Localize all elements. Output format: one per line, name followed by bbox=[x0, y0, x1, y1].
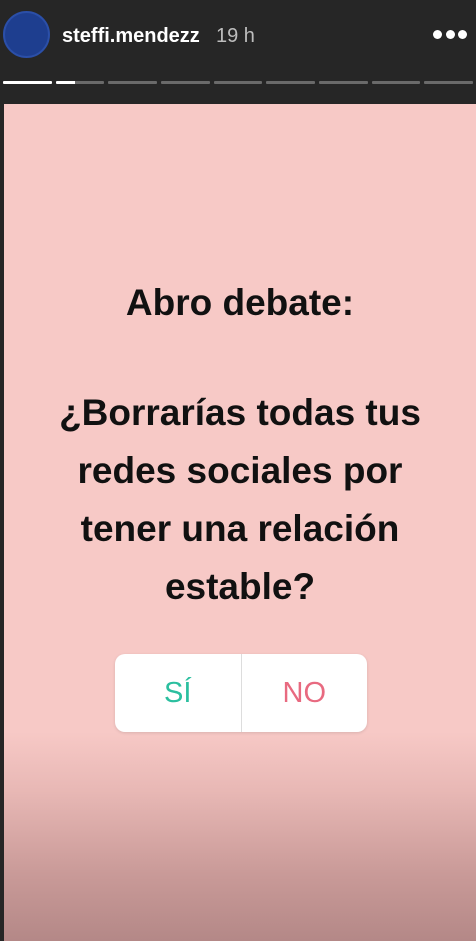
avatar[interactable] bbox=[3, 11, 50, 58]
progress-segment bbox=[161, 81, 210, 84]
username[interactable]: steffi.mendezz bbox=[62, 24, 200, 48]
more-dot-icon bbox=[433, 29, 442, 39]
progress-segment bbox=[371, 81, 421, 84]
story-timestamp: 19 h bbox=[216, 25, 255, 47]
progress-segment bbox=[3, 81, 52, 84]
more-options-button[interactable] bbox=[430, 20, 470, 48]
poll-yes-option[interactable]: SÍ bbox=[115, 654, 241, 732]
progress-segment bbox=[266, 81, 316, 84]
story-question-line: redes sociales por bbox=[77, 450, 403, 491]
progress-segment bbox=[213, 81, 263, 84]
progress-segment bbox=[108, 81, 158, 84]
story-header: steffi.mendezz 19 h bbox=[0, 0, 476, 104]
more-dot-icon bbox=[445, 29, 455, 39]
story-text: Abro debate: ¿Borrarías todas tus redes … bbox=[4, 274, 476, 616]
progress-segment bbox=[55, 81, 105, 84]
progress-segment bbox=[424, 81, 474, 84]
story-title: Abro debate: bbox=[125, 282, 355, 323]
story-content[interactable]: Abro debate: ¿Borrarías todas tus redes … bbox=[4, 104, 476, 941]
story-viewer: steffi.mendezz 19 h Abro debate: ¿Borrar… bbox=[0, 0, 476, 941]
poll-no-option[interactable]: NO bbox=[242, 654, 368, 732]
poll-sticker: SÍ NO bbox=[115, 654, 367, 732]
story-question-line: tener una relación bbox=[80, 508, 400, 549]
progress-segment bbox=[319, 81, 368, 84]
story-question-line: estable? bbox=[164, 566, 316, 607]
story-progress-bar bbox=[3, 81, 474, 84]
story-question-line: ¿Borrarías todas tus bbox=[59, 392, 421, 433]
more-dot-icon bbox=[458, 29, 467, 39]
